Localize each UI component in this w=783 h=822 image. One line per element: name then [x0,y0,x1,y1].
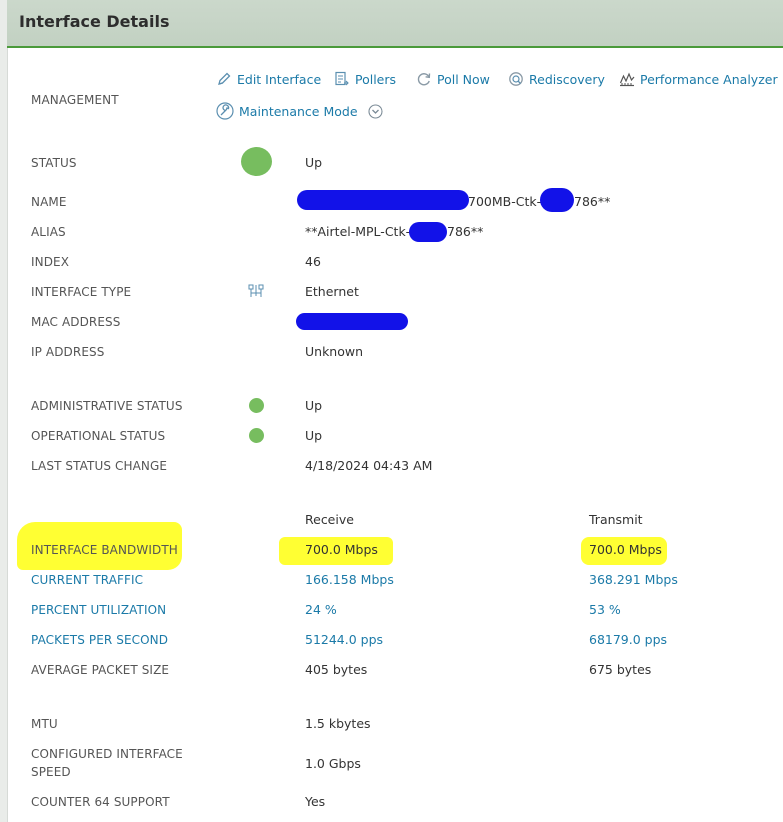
poll-now-label: Poll Now [437,72,490,87]
counter64-label: COUNTER 64 SUPPORT [31,795,170,809]
ip-address-label: IP ADDRESS [31,345,105,359]
performance-analyzer-link[interactable]: Performance Analyzer [619,71,778,87]
utilization-receive-link[interactable]: 24 % [305,602,337,617]
receive-column-header: Receive [305,512,354,527]
average-packet-size-label: AVERAGE PACKET SIZE [31,663,170,677]
mac-address-label: MAC ADDRESS [31,315,121,329]
alias-label: ALIAS [31,225,66,239]
edit-interface-link[interactable]: Edit Interface [216,71,321,87]
bandwidth-transmit-value: 700.0 Mbps [589,542,662,557]
pencil-icon [218,72,231,85]
transmit-column-header: Transmit [589,512,643,527]
performance-analyzer-label: Performance Analyzer [640,72,778,87]
administrative-status-label: ADMINISTRATIVE STATUS [31,399,183,413]
interface-type-label: INTERFACE TYPE [31,285,132,299]
redaction-mark [409,222,447,242]
redaction-mark [540,188,574,212]
admin-status-indicator [249,398,264,413]
name-value-part-a: 700MB-Ctk- [468,194,542,209]
pps-transmit-link[interactable]: 68179.0 pps [589,632,667,647]
configured-speed-label-line2: SPEED [31,765,71,779]
configured-speed-value: 1.0 Gbps [305,756,361,771]
maintenance-mode-label: Maintenance Mode [239,104,358,119]
redaction-mark [296,313,408,330]
configured-speed-label-line1: CONFIGURED INTERFACE [31,747,183,761]
operational-status-value: Up [305,428,323,443]
edit-interface-label: Edit Interface [237,72,322,87]
administrative-status-value: Up [305,398,323,413]
performance-analyzer-icon [619,72,635,87]
current-traffic-link[interactable]: CURRENT TRAFFIC [31,573,143,587]
oper-status-indicator [249,428,264,443]
mtu-value: 1.5 kbytes [305,716,371,731]
chevron-down-icon[interactable] [367,104,383,119]
maintenance-mode-menu[interactable]: Maintenance Mode [216,102,383,120]
utilization-transmit-link[interactable]: 53 % [589,602,621,617]
management-label: MANAGEMENT [31,93,119,107]
poll-now-link[interactable]: Poll Now [416,71,490,87]
ethernet-icon [248,284,264,297]
status-value: Up [305,155,323,170]
pollers-icon [335,71,349,86]
index-value: 46 [305,254,321,269]
refresh-icon [417,73,431,86]
last-status-change-label: LAST STATUS CHANGE [31,459,168,473]
last-status-change-value: 4/18/2024 04:43 AM [305,458,433,473]
interface-details-panel: Interface Details MANAGEMENT Edit Interf… [0,0,783,822]
status-indicator [241,147,272,176]
panel-header: Interface Details [7,0,783,48]
left-border [0,0,8,822]
name-label: NAME [31,195,67,209]
packet-size-receive-value: 405 bytes [305,662,368,677]
packets-per-second-link[interactable]: PACKETS PER SECOND [31,633,168,647]
traffic-transmit-link[interactable]: 368.291 Mbps [589,572,678,587]
wrench-icon [216,102,234,120]
alias-value-part-b: 786** [447,224,484,239]
interface-type-value: Ethernet [305,284,359,299]
bandwidth-receive-value: 700.0 Mbps [305,542,378,557]
counter64-value: Yes [305,794,326,809]
rediscovery-link[interactable]: Rediscovery [508,71,605,87]
ip-address-value: Unknown [305,344,364,359]
pollers-label: Pollers [355,72,397,87]
traffic-receive-link[interactable]: 166.158 Mbps [305,572,394,587]
index-label: INDEX [31,255,70,269]
pollers-link[interactable]: Pollers [334,71,396,87]
rediscovery-label: Rediscovery [529,72,605,87]
pps-receive-link[interactable]: 51244.0 pps [305,632,383,647]
status-label: STATUS [31,156,77,170]
packet-size-transmit-value: 675 bytes [589,662,652,677]
panel-title: Interface Details [19,12,170,31]
rediscovery-icon [509,72,523,86]
interface-bandwidth-label: INTERFACE BANDWIDTH [31,543,178,557]
redaction-mark [297,190,469,210]
alias-value-part-a: **Airtel-MPL-Ctk- [305,224,411,239]
mtu-label: MTU [31,717,58,731]
name-value-part-b: 786** [574,194,611,209]
percent-utilization-link[interactable]: PERCENT UTILIZATION [31,603,166,617]
operational-status-label: OPERATIONAL STATUS [31,429,166,443]
